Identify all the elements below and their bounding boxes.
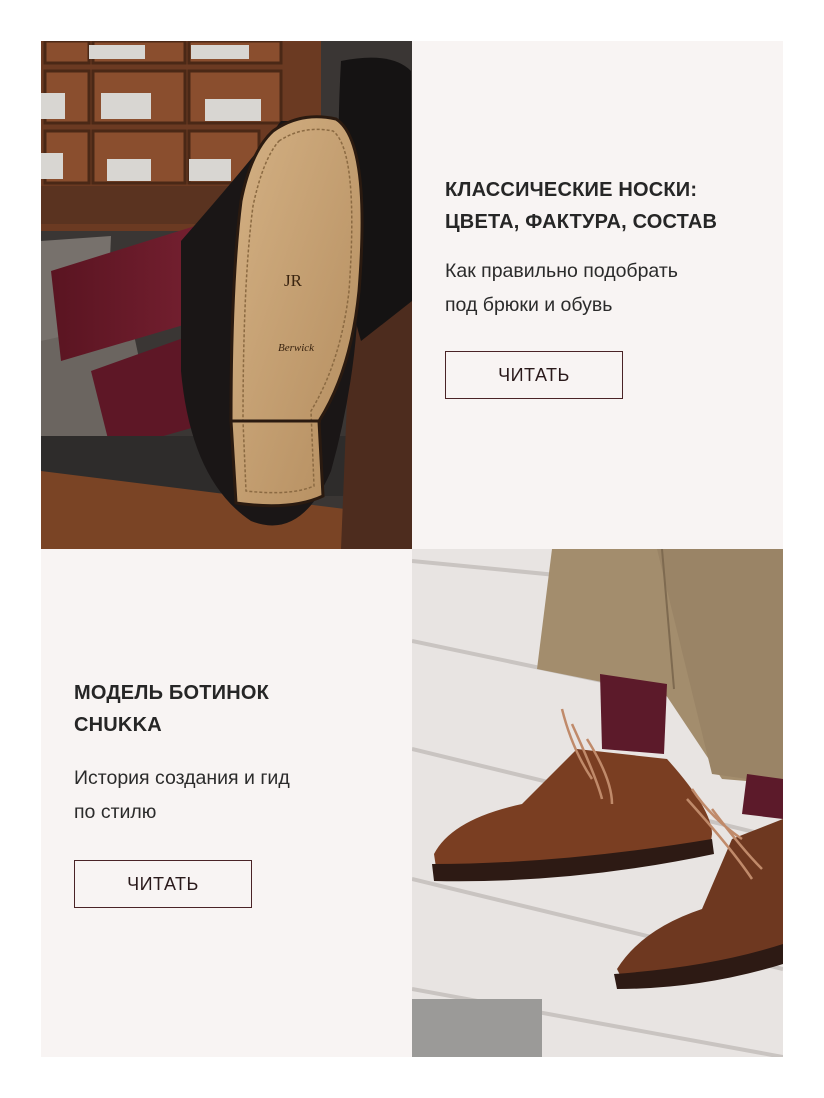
subtitle-line: под брюки и обувь xyxy=(445,294,613,316)
title-line: МОДЕЛЬ БОТИНОК xyxy=(74,682,270,704)
article-grid: JR Berwick КЛАССИЧЕСКИЕ НОСКИ: ЦВЕТА, ФА… xyxy=(41,41,783,1057)
socks-article-subtitle: Как правильно подобрать под брюки и обув… xyxy=(445,254,678,322)
socks-article-card: КЛАССИЧЕСКИЕ НОСКИ: ЦВЕТА, ФАКТУРА, СОСТ… xyxy=(412,41,783,549)
sole-monogram-stamp: JR xyxy=(284,271,303,290)
title-line: ЦВЕТА, ФАКТУРА, СОСТАВ xyxy=(445,211,718,233)
read-chukka-article-button[interactable]: ЧИТАТЬ xyxy=(74,860,252,908)
chukka-article-title: МОДЕЛЬ БОТИНОК CHUKKA xyxy=(74,677,269,741)
socks-article-photo[interactable]: JR Berwick xyxy=(41,41,412,549)
chukka-article-subtitle: История создания и гид по стилю xyxy=(74,761,290,829)
title-line: CHUKKA xyxy=(74,714,162,736)
sole-brand-stamp: Berwick xyxy=(278,342,315,354)
subtitle-line: История создания и гид xyxy=(74,767,290,789)
chukka-article-card: МОДЕЛЬ БОТИНОК CHUKKA История создания и… xyxy=(41,549,412,1057)
title-line: КЛАССИЧЕСКИЕ НОСКИ: xyxy=(445,179,698,201)
chukka-boots-image xyxy=(412,549,783,1057)
chukka-article-photo[interactable] xyxy=(412,549,783,1057)
read-socks-article-button[interactable]: ЧИТАТЬ xyxy=(445,351,623,399)
socks-article-title: КЛАССИЧЕСКИЕ НОСКИ: ЦВЕТА, ФАКТУРА, СОСТ… xyxy=(445,174,717,238)
shoe-sole-image: JR Berwick xyxy=(41,41,412,549)
subtitle-line: Как правильно подобрать xyxy=(445,260,678,282)
subtitle-line: по стилю xyxy=(74,801,157,823)
